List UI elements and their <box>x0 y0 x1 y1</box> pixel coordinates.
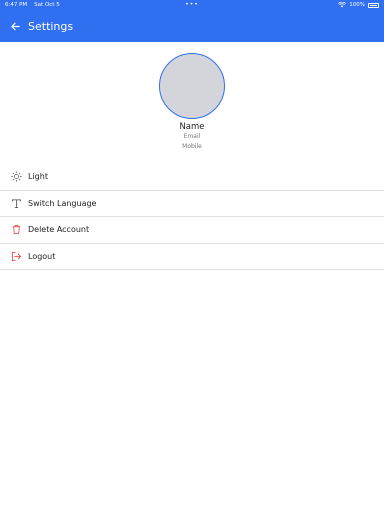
trash-icon <box>10 224 22 236</box>
status-bar: 6:47 PM Sat Oct 5 ••• 100% <box>0 0 384 10</box>
status-time: 6:47 PM <box>5 2 28 8</box>
battery-icon <box>368 2 379 8</box>
wifi-icon <box>338 2 347 8</box>
avatar[interactable] <box>159 53 225 119</box>
menu-item-label: Switch Language <box>28 198 97 208</box>
multitasking-dots: ••• <box>185 1 199 8</box>
menu-item-logout[interactable]: Logout <box>0 244 384 270</box>
battery-percent: 100% <box>349 2 365 8</box>
text-icon <box>10 197 22 209</box>
menu-item-light[interactable]: Light <box>0 164 384 191</box>
menu-item-label: Light <box>28 172 48 182</box>
sun-icon <box>10 171 22 183</box>
menu-item-label: Delete Account <box>28 225 90 235</box>
app-bar: Settings <box>0 10 384 42</box>
menu-item-switch-language[interactable]: Switch Language <box>0 191 384 217</box>
arrow-left-icon <box>10 22 20 30</box>
status-date: Sat Oct 5 <box>34 2 60 8</box>
profile-name: Name <box>179 122 205 132</box>
logout-icon <box>10 250 22 262</box>
page-title: Settings <box>28 19 74 33</box>
menu-item-delete-account[interactable]: Delete Account <box>0 217 384 244</box>
settings-menu: Light Switch Language Delete Account Log… <box>0 164 384 270</box>
back-button[interactable] <box>0 10 30 42</box>
profile-mobile: Mobile <box>182 143 202 150</box>
menu-item-label: Logout <box>28 251 56 261</box>
profile-email: Email <box>183 133 201 140</box>
profile-section: Name Email Mobile <box>0 53 384 152</box>
